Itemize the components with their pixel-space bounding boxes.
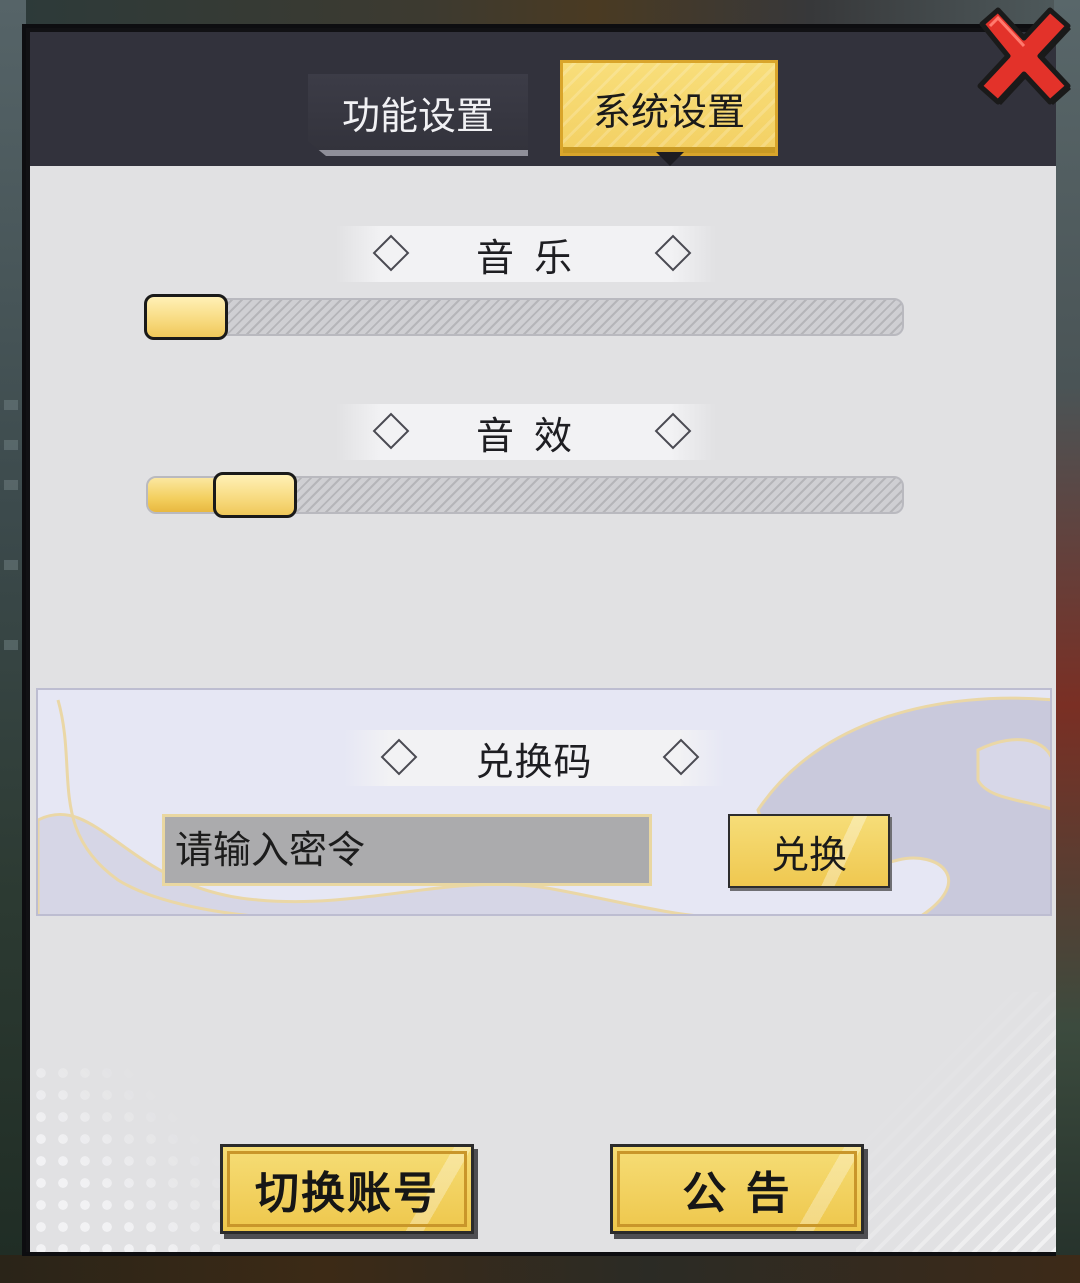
settings-panel: 音 乐 音 效 兑换码 请输入密令 兑换 切换账号 公 告 功能设置 系统设置 (22, 24, 1056, 1256)
decorative-stripes (856, 992, 1056, 1252)
redeem-button[interactable]: 兑换 (728, 814, 890, 888)
building-window (4, 480, 18, 490)
music-section-header: 音 乐 (336, 226, 716, 282)
announcement-button[interactable]: 公 告 (610, 1144, 864, 1234)
music-label: 音 乐 (475, 235, 577, 280)
tab-system-settings-label: 系统设置 (592, 89, 745, 134)
diamond-icon (654, 234, 692, 272)
close-button[interactable] (968, 2, 1076, 110)
diamond-icon (380, 738, 418, 776)
sfx-volume-knob[interactable] (213, 472, 298, 518)
redeem-section-header: 兑换码 (344, 730, 724, 786)
music-volume-track[interactable] (146, 298, 904, 336)
diamond-icon (654, 412, 692, 450)
switch-account-button[interactable]: 切换账号 (220, 1144, 474, 1234)
background-bottom-strip (0, 1255, 1080, 1283)
tab-system-settings[interactable]: 系统设置 (560, 60, 778, 156)
music-volume-knob[interactable] (144, 294, 228, 340)
diamond-icon (662, 738, 700, 776)
redeem-title: 兑换码 (475, 739, 593, 784)
building-window (4, 640, 18, 650)
panel-header (30, 32, 1056, 166)
tab-feature-settings[interactable]: 功能设置 (308, 74, 528, 156)
switch-account-label: 切换账号 (255, 1168, 439, 1219)
redeem-code-input[interactable] (162, 814, 652, 886)
sfx-label: 音 效 (475, 413, 577, 458)
redeem-code-section: 兑换码 兑换 (36, 688, 1052, 916)
active-tab-pointer (656, 152, 684, 166)
decorative-dots (30, 1062, 220, 1252)
panel-body: 音 乐 音 效 兑换码 请输入密令 兑换 切换账号 公 告 (30, 166, 1056, 1252)
close-x-icon (977, 7, 1071, 105)
diamond-icon (372, 412, 410, 450)
sfx-section-header: 音 效 (336, 404, 716, 460)
building-window (4, 400, 18, 410)
tab-feature-settings-label: 功能设置 (341, 93, 494, 138)
building-window (4, 560, 18, 570)
diamond-icon (372, 234, 410, 272)
announcement-label: 公 告 (682, 1168, 792, 1219)
background-right-building (1054, 0, 1080, 1283)
building-window (4, 440, 18, 450)
